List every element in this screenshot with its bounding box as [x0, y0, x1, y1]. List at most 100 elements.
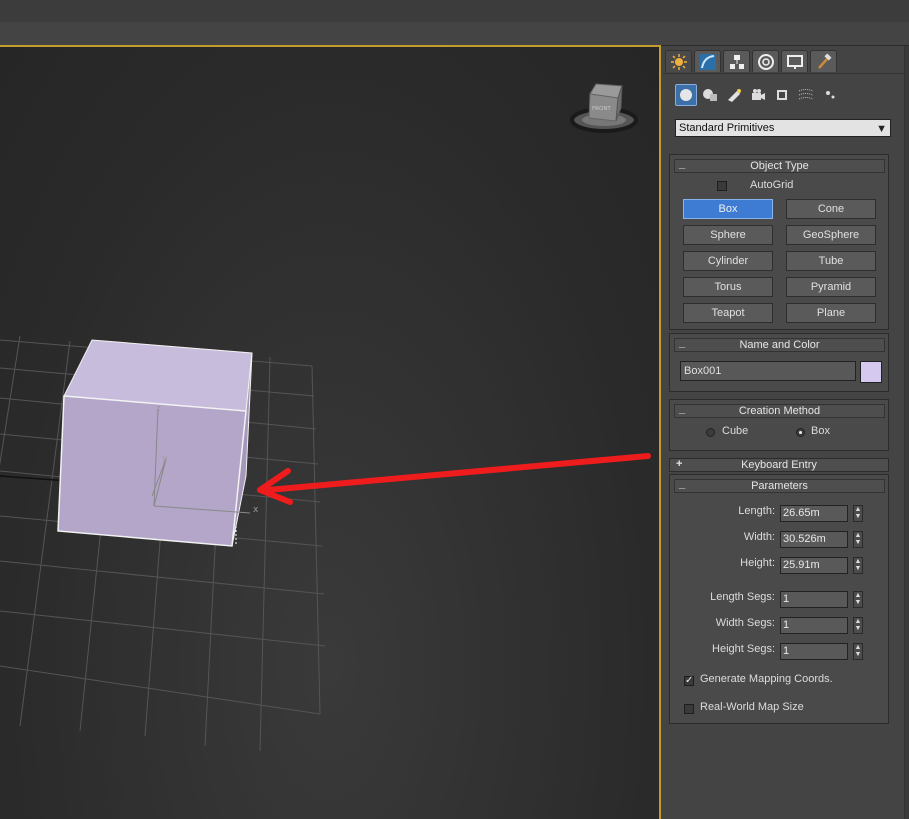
hierarchy-icon — [729, 54, 744, 69]
creation-method-title: Creation Method — [738, 405, 821, 417]
expand-icon: + — [676, 458, 683, 470]
command-panel-tabs — [663, 50, 909, 74]
perspective-viewport[interactable]: z y x FRONT — [0, 46, 660, 819]
box-button[interactable]: Box — [683, 199, 773, 219]
create-tab[interactable] — [665, 50, 692, 72]
dropdown-value: Standard Primitives — [679, 122, 775, 134]
motion-tab[interactable] — [752, 50, 779, 72]
pyramid-button[interactable]: Pyramid — [786, 277, 876, 297]
width-segs-spinner[interactable]: ▲ ▼ — [853, 617, 863, 634]
real-world-map-label: Real-World Map Size — [700, 701, 804, 713]
length-label: Length: — [738, 505, 775, 517]
generate-mapping-checkbox[interactable]: ✓ — [684, 676, 694, 686]
hierarchy-tab[interactable] — [723, 50, 750, 72]
helpers-icon — [777, 90, 787, 100]
parameters-header[interactable]: _ Parameters — [674, 478, 885, 493]
viewcube[interactable]: FRONT — [570, 83, 638, 133]
height-spinner[interactable]: ▲ ▼ — [853, 557, 863, 574]
width-spinner[interactable]: ▲ ▼ — [853, 531, 863, 548]
utilities-tab[interactable] — [810, 50, 837, 72]
command-panel: Standard Primitives ▼ _ Object Type Auto… — [663, 46, 909, 819]
keyboard-entry-rollout[interactable]: + Keyboard Entry — [669, 458, 889, 472]
collapse-icon: _ — [679, 158, 686, 170]
menu-bar — [0, 0, 909, 23]
shapes-category-button[interactable] — [699, 84, 721, 106]
spacewarp-icon — [798, 89, 814, 100]
utilities-hammer-icon — [817, 52, 832, 69]
geosphere-button[interactable]: GeoSphere — [786, 225, 876, 245]
name-and-color-header[interactable]: _ Name and Color — [674, 337, 885, 352]
create-sun-icon — [670, 53, 687, 70]
geometry-category-button[interactable] — [675, 84, 697, 106]
height-segs-label: Height Segs: — [712, 643, 775, 655]
length-segs-label: Length Segs: — [710, 591, 775, 603]
object-type-rollout: _ Object Type AutoGrid Box Cone Sphere G… — [669, 154, 889, 330]
cube-radio-label: Cube — [722, 425, 749, 437]
systems-icon — [826, 91, 835, 99]
display-monitor-icon — [786, 54, 803, 69]
axis-label-x: x — [253, 505, 259, 515]
parameters-title: Parameters — [751, 480, 808, 492]
parameters-rollout: _ Parameters Length: 26.65m ▲ ▼ Width: 30… — [669, 474, 889, 724]
collapse-icon: _ — [679, 337, 686, 349]
height-field[interactable]: 25.91m — [780, 557, 848, 574]
lights-category-button[interactable] — [723, 84, 745, 106]
object-name-field[interactable]: Box001 — [680, 361, 856, 381]
box-radio-label: Box — [811, 425, 830, 437]
name-and-color-title: Name and Color — [739, 339, 820, 351]
width-label: Width: — [743, 531, 775, 543]
width-segs-field[interactable]: 1 — [780, 617, 848, 634]
plane-button[interactable]: Plane — [786, 303, 876, 323]
tube-button[interactable]: Tube — [786, 251, 876, 271]
object-type-title: Object Type — [750, 160, 809, 172]
viewport-scene: z y x FRONT — [0, 83, 651, 752]
axis-label-y: y — [162, 454, 168, 464]
torus-button[interactable]: Torus — [683, 277, 773, 297]
motion-wheel-icon — [757, 53, 774, 70]
real-world-map-checkbox[interactable] — [684, 704, 694, 714]
length-spinner[interactable]: ▲ ▼ — [853, 505, 863, 522]
object-type-header[interactable]: _ Object Type — [674, 158, 885, 173]
keyboard-entry-title: Keyboard Entry — [741, 459, 817, 471]
generate-mapping-label: Generate Mapping Coords. — [700, 673, 833, 685]
box-radio[interactable] — [796, 428, 805, 437]
create-subcategories — [675, 84, 835, 106]
cube-radio[interactable] — [706, 428, 715, 437]
length-segs-spinner[interactable]: ▲ ▼ — [853, 591, 863, 608]
sphere-button[interactable]: Sphere — [683, 225, 773, 245]
object-color-swatch[interactable] — [860, 361, 882, 383]
modify-curve-icon — [699, 53, 716, 70]
width-segs-label: Width Segs: — [715, 617, 775, 629]
cylinder-button[interactable]: Cylinder — [683, 251, 773, 271]
cone-button[interactable]: Cone — [786, 199, 876, 219]
axis-label-z: z — [156, 404, 161, 414]
primitive-type-dropdown[interactable]: Standard Primitives ▼ — [675, 119, 891, 137]
height-segs-field[interactable]: 1 — [780, 643, 848, 660]
helpers-category-button[interactable] — [771, 84, 793, 106]
shapes-icon — [703, 89, 717, 101]
creation-method-header[interactable]: _ Creation Method — [674, 403, 885, 418]
viewcube-front-label: FRONT — [592, 106, 611, 112]
panel-scrollbar[interactable] — [904, 46, 909, 819]
height-segs-spinner[interactable]: ▲ ▼ — [853, 643, 863, 660]
modify-tab[interactable] — [694, 50, 721, 72]
length-field[interactable]: 26.65m — [780, 505, 848, 522]
creation-method-rollout: _ Creation Method Cube Box — [669, 399, 889, 451]
autogrid-checkbox[interactable] — [717, 181, 727, 191]
collapse-icon: _ — [679, 478, 686, 490]
sphere-icon — [680, 89, 692, 101]
width-field[interactable]: 30.526m — [780, 531, 848, 548]
collapse-icon: _ — [679, 403, 686, 415]
spacewarps-category-button[interactable] — [795, 84, 817, 106]
systems-category-button[interactable] — [819, 84, 841, 106]
cameras-category-button[interactable] — [747, 84, 769, 106]
display-tab[interactable] — [781, 50, 808, 72]
camera-icon — [752, 89, 765, 100]
lights-icon — [728, 89, 741, 102]
teapot-button[interactable]: Teapot — [683, 303, 773, 323]
tab-divider — [663, 73, 909, 74]
length-segs-field[interactable]: 1 — [780, 591, 848, 608]
annotation-arrow — [257, 453, 651, 505]
name-and-color-rollout: _ Name and Color Box001 — [669, 333, 889, 392]
box001-object[interactable] — [57, 339, 253, 547]
